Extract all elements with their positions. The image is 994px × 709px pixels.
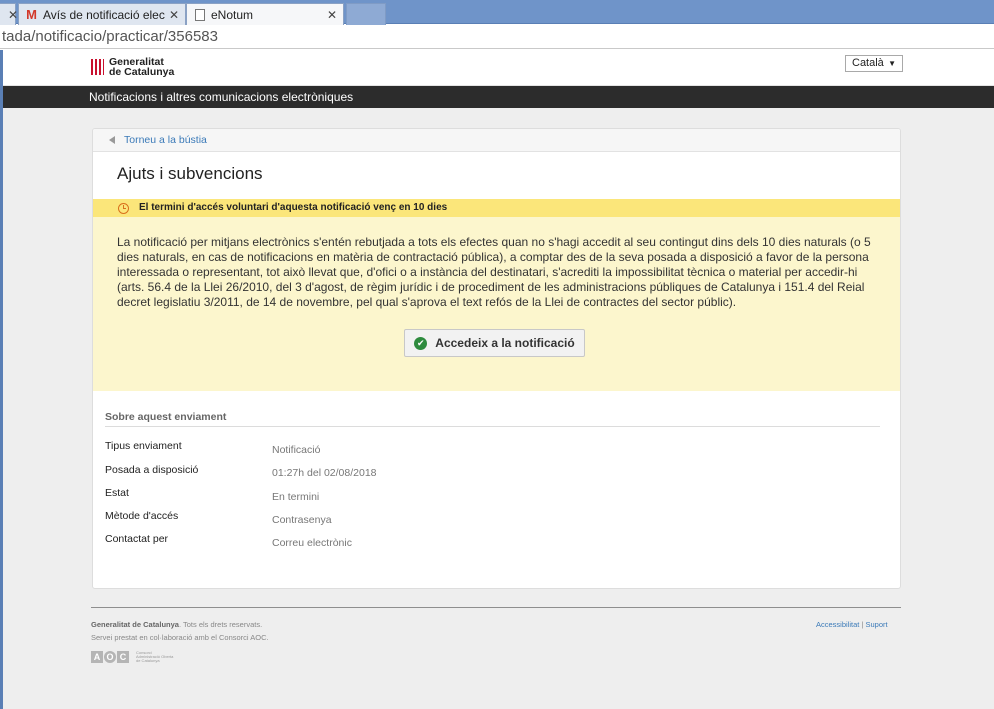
footer-links: Accessibilitat | Suport xyxy=(816,620,888,629)
back-link-label: Torneu a la bústia xyxy=(124,134,207,146)
close-icon[interactable]: ✕ xyxy=(8,8,18,22)
logo-line2: de Catalunya xyxy=(109,66,175,78)
language-select[interactable]: Català ▼ xyxy=(845,55,903,72)
senyera-icon xyxy=(91,59,104,75)
detail-value: En termini xyxy=(272,491,320,503)
deadline-text: El termini d'accés voluntari d'aquesta n… xyxy=(139,202,448,213)
detail-label: Contactat per xyxy=(105,533,169,545)
detail-label: Estat xyxy=(105,487,129,499)
footer-copyright: Generalitat de Catalunya. Tots els drets… xyxy=(91,620,262,629)
check-circle-icon: ✔ xyxy=(414,336,428,350)
detail-value: Notificació xyxy=(272,444,321,456)
nav-bar: Notificacions i altres comunicacions ele… xyxy=(3,86,994,108)
back-to-inbox-link[interactable]: Torneu a la bústia xyxy=(109,134,207,146)
gmail-icon: M xyxy=(26,7,37,22)
document-icon xyxy=(193,8,206,21)
footer-service: Servei prestat en col·laboració amb el C… xyxy=(91,633,269,642)
access-notification-button[interactable]: ✔ Accedeix a la notificació xyxy=(404,329,585,357)
nav-title: Notificacions i altres comunicacions ele… xyxy=(89,90,354,104)
detail-label: Tipus enviament xyxy=(105,440,182,452)
detail-value: Correu electrònic xyxy=(272,537,352,549)
close-icon[interactable]: ✕ xyxy=(327,8,337,22)
dropdown-arrow-icon: ▼ xyxy=(888,59,896,68)
tab-label: eNotum xyxy=(211,7,254,22)
detail-value: Contrasenya xyxy=(272,514,332,526)
browser-tab-partial[interactable]: ✕ xyxy=(0,3,18,25)
detail-value: 01:27h del 02/08/2018 xyxy=(272,467,377,479)
notice-panel: La notificació per mitjans electrònics s… xyxy=(93,217,900,391)
section-title: Sobre aquest enviament xyxy=(105,411,880,427)
language-value: Català xyxy=(852,57,884,69)
aoc-logo: A O C Consorci Administració Oberta de C… xyxy=(91,651,176,663)
back-row: Torneu a la bústia xyxy=(93,129,900,152)
footer-rights: . Tots els drets reservats. xyxy=(178,620,263,629)
deadline-banner: El termini d'accés voluntari d'aquesta n… xyxy=(93,199,900,217)
notice-text: La notificació per mitjans electrònics s… xyxy=(117,235,871,309)
footer-divider xyxy=(91,607,901,608)
close-icon[interactable]: ✕ xyxy=(169,8,179,22)
aoc-letter: C xyxy=(117,651,129,663)
notification-card: Torneu a la bústia Ajuts i subvencions E… xyxy=(92,128,901,589)
generalitat-logo[interactable]: Generalitat de Catalunya xyxy=(91,57,174,77)
access-button-label: Accedeix a la notificació xyxy=(435,336,575,350)
detail-label: Posada a disposició xyxy=(105,464,199,476)
clock-icon xyxy=(118,202,129,214)
page-title: Ajuts i subvencions xyxy=(117,164,263,183)
footer-org: Generalitat de Catalunya xyxy=(91,620,179,629)
footer-separator: | xyxy=(861,620,864,629)
site-header: Generalitat de Catalunya Català ▼ xyxy=(3,50,994,86)
accessibility-link[interactable]: Accessibilitat xyxy=(816,620,859,629)
browser-tab-enotum[interactable]: eNotum ✕ xyxy=(186,3,344,25)
back-arrow-icon xyxy=(109,136,115,144)
detail-label: Mètode d'accés xyxy=(105,510,179,522)
aoc-letter: A xyxy=(91,651,103,663)
logo-text: Generalitat de Catalunya xyxy=(109,57,175,78)
new-tab-button[interactable] xyxy=(346,3,386,25)
support-link[interactable]: Suport xyxy=(866,620,888,629)
browser-tab-gmail[interactable]: M Avís de notificació electròn ✕ xyxy=(18,3,186,25)
browser-tab-bar: ✕ M Avís de notificació electròn ✕ eNotu… xyxy=(0,0,994,25)
address-bar[interactable]: tada/notificacio/practicar/356583 xyxy=(0,25,994,49)
aoc-letter: O xyxy=(104,651,116,663)
tab-label: Avís de notificació electròn xyxy=(43,7,165,22)
aoc-caption: Consorci Administració Oberta de Catalun… xyxy=(136,650,174,663)
